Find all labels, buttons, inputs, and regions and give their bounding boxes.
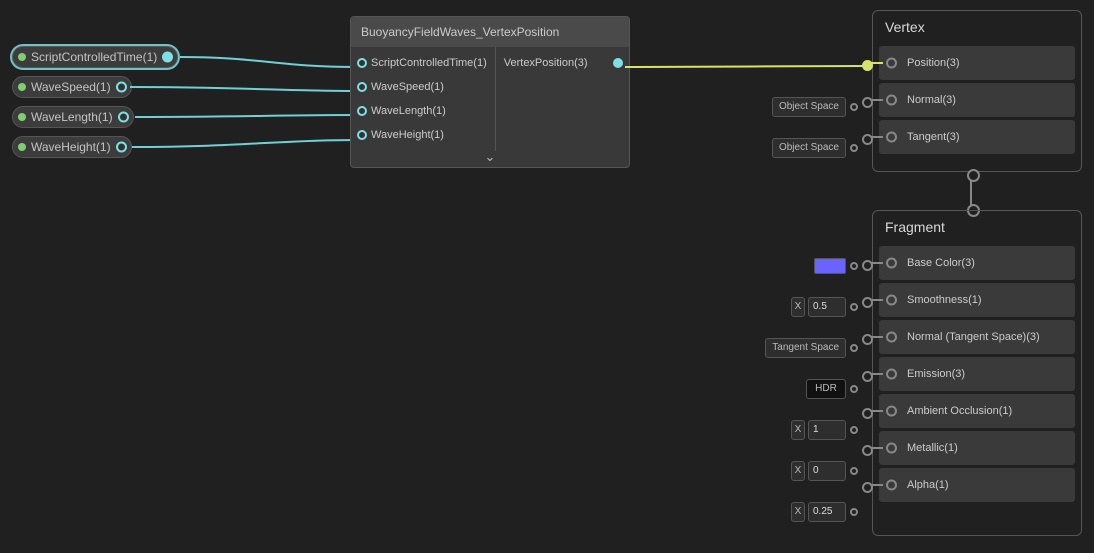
slot-alpha[interactable]: Alpha(1)	[879, 468, 1075, 502]
inline-space-tag[interactable]: Object Space	[772, 131, 858, 165]
port-pin[interactable]	[613, 58, 623, 68]
inline-dot	[850, 385, 858, 393]
node-title[interactable]: BuoyancyFieldWaves_VertexPosition	[351, 17, 629, 47]
slot-ring	[886, 406, 897, 417]
panel-title: Vertex	[879, 17, 1075, 43]
inline-hdr[interactable]: HDR	[806, 372, 858, 406]
output-port[interactable]	[118, 112, 129, 123]
blackboard-node[interactable]: WaveLength(1)	[12, 106, 134, 128]
expand-toggle[interactable]: ⌄	[351, 151, 629, 167]
inline-space-tag[interactable]: Tangent Space	[765, 331, 858, 365]
inline-dot	[850, 144, 858, 152]
slot-connector[interactable]	[867, 410, 883, 412]
port-pin[interactable]	[357, 106, 367, 116]
blackboard-node[interactable]: WaveHeight(1)	[12, 136, 132, 158]
vertex-panel[interactable]: Vertex Position(3) Normal(3) Tangent(3)	[872, 10, 1082, 172]
slot-ring	[886, 258, 897, 269]
input-port-row[interactable]: ScriptControlledTime(1)	[351, 51, 495, 75]
inline-dot	[850, 508, 858, 516]
input-port-row[interactable]: WaveHeight(1)	[351, 123, 495, 147]
slot-metallic[interactable]: Metallic(1)	[879, 431, 1075, 465]
output-port[interactable]	[116, 82, 127, 93]
inline-dot	[850, 262, 858, 270]
slot-ring	[886, 332, 897, 343]
slot-connector[interactable]	[867, 262, 883, 264]
slot-tangent[interactable]: Tangent(3)	[879, 120, 1075, 154]
inline-number[interactable]: X1	[791, 413, 858, 447]
slot-ring	[886, 132, 897, 143]
slot-connector[interactable]	[867, 299, 883, 301]
inline-dot	[850, 344, 858, 352]
slot-connector[interactable]	[867, 62, 883, 64]
inline-number[interactable]: X0	[791, 454, 858, 488]
input-port-row[interactable]: WaveSpeed(1)	[351, 75, 495, 99]
slot-ring	[886, 58, 897, 69]
inline-color[interactable]	[814, 249, 858, 283]
port-dot	[18, 53, 26, 61]
slot-normal-ts[interactable]: Normal (Tangent Space)(3)	[879, 320, 1075, 354]
slot-ring	[886, 369, 897, 380]
slot-connector[interactable]	[867, 373, 883, 375]
port-dot	[18, 143, 26, 151]
slot-ring	[886, 95, 897, 106]
slot-base-color[interactable]: Base Color(3)	[879, 246, 1075, 280]
port-pin[interactable]	[357, 130, 367, 140]
inline-number[interactable]: X0.25	[791, 495, 858, 529]
blackboard-node[interactable]: WaveSpeed(1)	[12, 76, 132, 98]
inline-number[interactable]: X0.5	[791, 290, 858, 324]
slot-emission[interactable]: Emission(3)	[879, 357, 1075, 391]
slot-connector[interactable]	[867, 447, 883, 449]
slot-ring	[886, 480, 897, 491]
subgraph-node[interactable]: BuoyancyFieldWaves_VertexPosition Script…	[350, 16, 630, 168]
port-pin[interactable]	[357, 82, 367, 92]
port-pin[interactable]	[357, 58, 367, 68]
fragment-panel[interactable]: Fragment Base Color(3) Smoothness(1) Nor…	[872, 210, 1082, 536]
slot-connector[interactable]	[867, 136, 883, 138]
output-port-row[interactable]: VertexPosition(3)	[496, 51, 629, 75]
output-port[interactable]	[116, 142, 127, 153]
node-label: WaveSpeed(1)	[31, 80, 111, 94]
port-dot	[18, 113, 26, 121]
slot-ao[interactable]: Ambient Occlusion(1)	[879, 394, 1075, 428]
slot-normal[interactable]: Normal(3)	[879, 83, 1075, 117]
inline-space-tag[interactable]: Object Space	[772, 90, 858, 124]
node-label: ScriptControlledTime(1)	[31, 50, 157, 64]
inline-dot	[850, 426, 858, 434]
slot-ring	[886, 443, 897, 454]
panel-link	[970, 175, 972, 211]
slot-connector[interactable]	[867, 484, 883, 486]
panel-title: Fragment	[879, 217, 1075, 243]
node-label: WaveHeight(1)	[31, 140, 111, 154]
inline-dot	[850, 303, 858, 311]
port-dot	[18, 83, 26, 91]
slot-position[interactable]: Position(3)	[879, 46, 1075, 80]
slot-smoothness[interactable]: Smoothness(1)	[879, 283, 1075, 317]
color-swatch[interactable]	[814, 258, 846, 274]
slot-connector[interactable]	[867, 336, 883, 338]
inline-dot	[850, 103, 858, 111]
slot-ring	[886, 295, 897, 306]
slot-connector[interactable]	[867, 99, 883, 101]
blackboard-node[interactable]: ScriptControlledTime(1)	[12, 46, 178, 68]
output-port[interactable]	[162, 52, 173, 63]
inline-dot	[850, 467, 858, 475]
node-label: WaveLength(1)	[31, 110, 113, 124]
input-port-row[interactable]: WaveLength(1)	[351, 99, 495, 123]
